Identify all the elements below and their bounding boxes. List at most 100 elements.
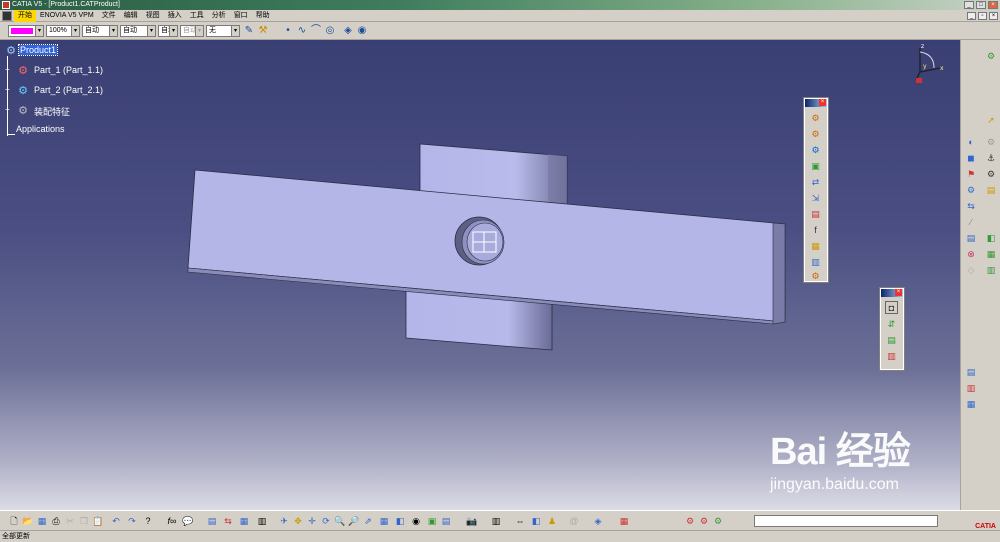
doc-restore-button[interactable]: ▫ <box>978 12 987 20</box>
section-icon[interactable]: ▤ <box>965 232 977 244</box>
formula-icon[interactable]: f <box>809 223 822 236</box>
replace-icon[interactable]: ⇄ <box>809 175 822 188</box>
light-icon[interactable]: ♟ <box>546 515 558 527</box>
offset-icon[interactable]: ⚑ <box>965 168 977 180</box>
floating-toolbar-constraints[interactable]: × ⚙ ⚙ ⚙ ▣ ⇄ ⇲ ▤ f ▦ ▥ ⚙ <box>803 97 829 283</box>
scenes-icon[interactable]: ◇ <box>965 264 977 276</box>
distance-icon[interactable]: ⊗ <box>965 248 977 260</box>
print-icon[interactable]: ⎙ <box>50 515 62 527</box>
clash-detect-icon[interactable]: ◧ <box>530 515 542 527</box>
numbering-icon[interactable]: ▤ <box>809 207 822 220</box>
flexible-icon[interactable]: ⚙ <box>965 184 977 196</box>
zoom-in-icon[interactable]: 🔍 <box>334 515 346 527</box>
floating-toolbar-move[interactable]: × ◘ ⇵ ▤ ▥ <box>879 287 905 371</box>
graph-tree-icon[interactable]: ⇲ <box>809 191 822 204</box>
floating-toolbar-titlebar[interactable]: × <box>881 289 903 297</box>
maximize-button[interactable]: □ <box>976 1 986 9</box>
hide-show-icon[interactable]: ▣ <box>426 515 438 527</box>
compass-widget[interactable]: z x y <box>906 42 950 86</box>
smart-move-icon[interactable]: ▤ <box>885 333 898 346</box>
formula-icon[interactable]: f∞ <box>166 515 178 527</box>
comment-icon[interactable]: 💬 <box>182 515 194 527</box>
fit-all-icon[interactable]: ✥ <box>292 515 304 527</box>
catalog-icon[interactable]: ▤ <box>206 515 218 527</box>
apply-material-icon[interactable]: ⚙ <box>684 515 696 527</box>
save-icon[interactable]: ▦ <box>36 515 48 527</box>
lineweight-select[interactable]: 自动 ▾ <box>120 25 156 37</box>
pan-icon[interactable]: ✛ <box>306 515 318 527</box>
menu-tools[interactable]: 工具 <box>186 10 208 22</box>
reuse-pattern-icon[interactable]: ▤ <box>985 184 997 196</box>
multi-instantiation-icon[interactable]: ▥ <box>809 255 822 268</box>
menu-file[interactable]: 文件 <box>98 10 120 22</box>
cut-icon[interactable]: ✂ <box>64 515 76 527</box>
iso-view-icon[interactable]: ◧ <box>394 515 406 527</box>
3d-viewport[interactable]: ⚙ Product1 + ⚙ Part_1 (Part_1.1) + ⚙ Par… <box>0 40 960 510</box>
angle-icon[interactable]: ⚙ <box>985 168 997 180</box>
menu-view[interactable]: 视图 <box>142 10 164 22</box>
zoom-out-icon[interactable]: 🔎 <box>348 515 360 527</box>
close-icon[interactable]: × <box>895 289 902 296</box>
menu-edit[interactable]: 编辑 <box>120 10 142 22</box>
part-icon[interactable]: ◈ <box>342 25 354 37</box>
undo-icon[interactable]: ↶ <box>110 515 122 527</box>
cover-mode-icon[interactable]: ▥ <box>490 515 502 527</box>
floating-toolbar-titlebar[interactable]: × <box>805 99 827 107</box>
assembly-hole-icon[interactable]: ▥ <box>965 382 977 394</box>
bill-of-material-icon[interactable]: ▦ <box>985 248 997 260</box>
shading-icon[interactable]: ◉ <box>410 515 422 527</box>
doc-minimize-button[interactable]: _ <box>967 12 976 20</box>
fly-mode-icon[interactable]: ✈ <box>278 515 290 527</box>
transparency-select[interactable]: 100% ▾ <box>46 25 80 37</box>
menu-start[interactable]: 开始 <box>14 10 36 22</box>
measure-icon[interactable]: ∕ <box>965 216 977 228</box>
center-pin[interactable] <box>454 216 505 266</box>
assembly-split-icon[interactable]: ▤ <box>965 366 977 378</box>
clash-icon[interactable]: ⇆ <box>965 200 977 212</box>
menu-enovia[interactable]: ENOVIA V5 VPM <box>36 10 98 22</box>
brush-icon[interactable]: ⚒ <box>257 25 269 37</box>
layer-name-select[interactable]: 无 ▾ <box>206 25 240 37</box>
color-select[interactable]: ▾ <box>8 25 44 37</box>
contact-icon[interactable]: ◼ <box>965 152 977 164</box>
constraint-icon[interactable]: @ <box>568 515 580 527</box>
close-button[interactable]: × <box>988 1 998 9</box>
point-icon[interactable]: • <box>282 25 294 37</box>
surface-icon[interactable]: ⌒ <box>310 25 322 37</box>
tools-icon[interactable]: ▥ <box>256 515 268 527</box>
solid-icon[interactable]: ◎ <box>324 25 336 37</box>
update-icon[interactable]: ⚙ <box>985 136 997 148</box>
manipulate-icon[interactable]: ◘ <box>885 301 898 314</box>
redo-icon[interactable]: ↷ <box>126 515 138 527</box>
grid-icon[interactable]: ▦ <box>618 515 630 527</box>
explode-icon[interactable]: ⇔ <box>514 515 526 527</box>
paste-icon[interactable]: 📋 <box>92 515 104 527</box>
fix-icon[interactable]: ⚓ <box>985 152 997 164</box>
new-icon[interactable]: 🗋 <box>8 515 20 527</box>
menu-window[interactable]: 窗口 <box>230 10 252 22</box>
document-system-icon[interactable] <box>2 11 12 21</box>
linetype-select[interactable]: 自动 ▾ <box>82 25 118 37</box>
sectioning-icon[interactable]: ◧ <box>985 232 997 244</box>
body-icon[interactable]: ◉ <box>356 25 368 37</box>
copy-icon[interactable]: ❐ <box>78 515 90 527</box>
menu-insert[interactable]: 插入 <box>164 10 186 22</box>
catia-app-icon[interactable] <box>2 1 10 9</box>
tree-icon[interactable]: ⇆ <box>222 515 234 527</box>
product-icon[interactable]: ⚙ <box>809 143 822 156</box>
doc-close-button[interactable]: × <box>989 12 998 20</box>
coincidence-icon[interactable]: ◐ <box>965 136 977 148</box>
rotate-icon[interactable]: ⟳ <box>320 515 332 527</box>
curve-icon[interactable]: ∿ <box>296 25 308 37</box>
assembly-pocket-icon[interactable]: ▦ <box>965 398 977 410</box>
compass-icon[interactable]: ▦ <box>238 515 250 527</box>
swap-space-icon[interactable]: ▤ <box>440 515 452 527</box>
part-icon[interactable]: ▣ <box>809 159 822 172</box>
multi-view-icon[interactable]: ▦ <box>378 515 390 527</box>
workbench-icon[interactable]: ⚙ <box>985 50 997 62</box>
fast-instantiation-icon[interactable]: ⚙ <box>809 269 822 282</box>
render-style-select[interactable]: 自动 ▾ <box>180 25 204 37</box>
open-icon[interactable]: 📂 <box>22 515 34 527</box>
menu-analyze[interactable]: 分析 <box>208 10 230 22</box>
minimize-button[interactable]: _ <box>964 1 974 9</box>
